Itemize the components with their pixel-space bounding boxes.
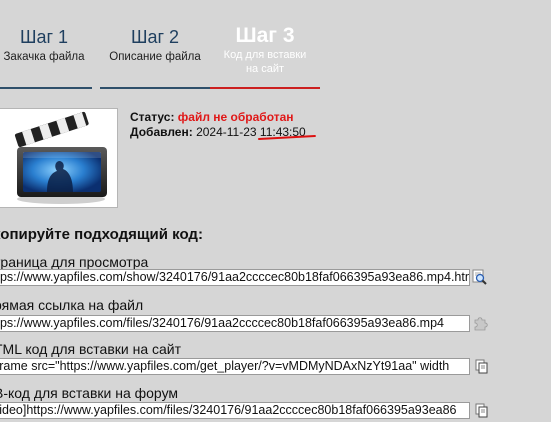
step-2[interactable]: Шаг 2 Описание файла <box>100 26 210 64</box>
clapperboard-icon <box>14 111 107 204</box>
magnifier-icon[interactable] <box>472 269 488 286</box>
copy-code-heading: копируйте подходящий код: <box>0 226 203 243</box>
bb-code-field[interactable]: video]https://www.yapfiles.com/files/324… <box>0 402 470 419</box>
step-2-title: Шаг 2 <box>130 27 180 47</box>
steps-bar: Шаг 1 Закачка файла Шаг 2 Описание файла… <box>0 0 551 90</box>
status-label: Статус: <box>130 110 175 124</box>
step-3-active: Шаг 3 Код для вставки на сайт <box>210 24 320 76</box>
direct-link-label: рямая ссылка на файл <box>0 297 144 313</box>
html-embed-code-field[interactable]: iframe src="https://www.yapfiles.com/get… <box>0 358 470 375</box>
step-2-caption: Описание файла <box>109 51 201 63</box>
added-label: Добавлен: <box>130 125 193 139</box>
puzzle-icon[interactable] <box>472 315 488 332</box>
step-1-caption: Закачка файла <box>3 51 85 63</box>
direct-link-field[interactable]: ttps://www.yapfiles.com/files/3240176/91… <box>0 315 470 332</box>
html-code-label: TML код для вставки на сайт <box>0 341 182 357</box>
file-status-block: Статус: файл не обработан Добавлен: 2024… <box>130 110 306 140</box>
step-1[interactable]: Шаг 1 Закачка файла <box>0 26 88 64</box>
copy-icon[interactable] <box>474 402 490 419</box>
copy-icon[interactable] <box>474 358 490 375</box>
video-thumbnail <box>0 108 118 208</box>
bb-code-label: B-код для вставки на форум <box>0 385 179 401</box>
step-1-title: Шаг 1 <box>19 27 69 47</box>
step-2-underline <box>100 87 210 89</box>
status-value: файл не обработан <box>177 110 294 124</box>
view-page-label: траница для просмотра <box>0 254 149 270</box>
status-row: Статус: файл не обработан <box>130 110 306 125</box>
view-page-url-field[interactable]: ttps://www.yapfiles.com/show/3240176/91a… <box>0 269 470 286</box>
added-date: 2024-11-23 <box>196 125 257 139</box>
step-3-caption-line2: на сайт <box>245 63 285 75</box>
step-3-underline <box>210 87 320 89</box>
step-1-underline <box>0 87 92 89</box>
step-3-caption-line1: Код для вставки <box>223 49 307 61</box>
step-3-title: Шаг 3 <box>235 24 295 47</box>
